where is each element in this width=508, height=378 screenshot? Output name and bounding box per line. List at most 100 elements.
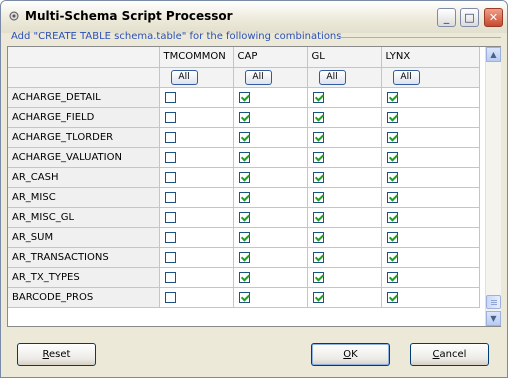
header-cap: CAP	[233, 47, 308, 68]
chevron-down-icon: ▼	[490, 314, 497, 323]
schema-checkbox-lynx[interactable]	[386, 211, 398, 223]
schema-checkbox-cap[interactable]	[238, 171, 250, 183]
schema-checkbox-tmcommon[interactable]	[164, 291, 176, 303]
table-row: AR_CASH	[8, 167, 480, 188]
reset-button[interactable]: Reset	[17, 343, 96, 366]
schema-checkbox-gl[interactable]	[312, 251, 324, 263]
schema-checkbox-lynx[interactable]	[386, 251, 398, 263]
grid-cell	[233, 207, 308, 228]
schema-checkbox-cap[interactable]	[238, 191, 250, 203]
schema-checkbox-cap[interactable]	[238, 131, 250, 143]
schema-checkbox-lynx[interactable]	[386, 191, 398, 203]
schema-checkbox-gl[interactable]	[312, 111, 324, 123]
schema-checkbox-cap[interactable]	[238, 291, 250, 303]
row-table-name: BARCODE_PROS	[8, 287, 160, 308]
window-title: Multi-Schema Script Processor	[25, 9, 233, 23]
table-row: AR_MISC_GL	[8, 207, 480, 228]
grid-cell	[159, 247, 234, 268]
scroll-down-button[interactable]: ▼	[486, 311, 501, 326]
grid-cell	[381, 287, 480, 308]
scroll-thumb[interactable]	[486, 295, 501, 309]
schema-checkbox-tmcommon[interactable]	[164, 131, 176, 143]
schema-checkbox-tmcommon[interactable]	[164, 91, 176, 103]
schema-checkbox-tmcommon[interactable]	[164, 211, 176, 223]
schema-checkbox-tmcommon[interactable]	[164, 271, 176, 283]
table-row: ACHARGE_VALUATION	[8, 147, 480, 168]
all-button-gl[interactable]: All	[318, 69, 346, 85]
grip-line	[491, 302, 497, 303]
schema-checkbox-tmcommon[interactable]	[164, 171, 176, 183]
close-icon: ✕	[488, 11, 499, 24]
reset-label: Reset	[42, 349, 71, 360]
all-button-lynx[interactable]: All	[392, 69, 420, 85]
schema-checkbox-lynx[interactable]	[386, 171, 398, 183]
close-button[interactable]: ✕	[484, 8, 503, 27]
all-row-corner	[8, 67, 160, 88]
grid-cell	[233, 227, 308, 248]
grid-cell	[233, 147, 308, 168]
schema-checkbox-cap[interactable]	[238, 111, 250, 123]
gear-icon	[9, 11, 19, 21]
schema-checkbox-cap[interactable]	[238, 251, 250, 263]
schema-checkbox-gl[interactable]	[312, 91, 324, 103]
grid-cell	[233, 287, 308, 308]
cancel-button[interactable]: Cancel	[410, 343, 489, 366]
schema-checkbox-gl[interactable]	[312, 171, 324, 183]
schema-checkbox-gl[interactable]	[312, 191, 324, 203]
grid-cell	[159, 127, 234, 148]
grid-cell	[381, 147, 480, 168]
schema-checkbox-gl[interactable]	[312, 291, 324, 303]
row-table-name: ACHARGE_FIELD	[8, 107, 160, 128]
schema-checkbox-tmcommon[interactable]	[164, 151, 176, 163]
grip-line	[491, 300, 497, 301]
schema-checkbox-gl[interactable]	[312, 231, 324, 243]
grid-cell	[381, 207, 480, 228]
table-row: AR_TRANSACTIONS	[8, 247, 480, 268]
schema-checkbox-tmcommon[interactable]	[164, 191, 176, 203]
schema-checkbox-lynx[interactable]	[386, 131, 398, 143]
schema-checkbox-tmcommon[interactable]	[164, 251, 176, 263]
schema-checkbox-cap[interactable]	[238, 91, 250, 103]
schema-checkbox-cap[interactable]	[238, 271, 250, 283]
all-button-cap[interactable]: All	[244, 69, 272, 85]
all-button-tmcommon[interactable]: All	[170, 69, 198, 85]
row-table-name: AR_MISC_GL	[8, 207, 160, 228]
vertical-scrollbar[interactable]: ▲ ▼	[485, 47, 501, 326]
grid-cell	[233, 187, 308, 208]
grid-cell	[381, 167, 480, 188]
grid-cell	[307, 127, 382, 148]
row-table-name: ACHARGE_VALUATION	[8, 147, 160, 168]
header-corner	[8, 47, 160, 68]
schema-checkbox-gl[interactable]	[312, 131, 324, 143]
grid-cell	[233, 87, 308, 108]
schema-checkbox-lynx[interactable]	[386, 91, 398, 103]
schema-checkbox-lynx[interactable]	[386, 271, 398, 283]
dialog-window: Multi-Schema Script Processor _ □ ✕ Add …	[0, 0, 508, 378]
maximize-icon: □	[464, 11, 475, 24]
grid-cell	[233, 167, 308, 188]
table-row: ACHARGE_FIELD	[8, 107, 480, 128]
schema-checkbox-cap[interactable]	[238, 211, 250, 223]
schema-grid[interactable]: TMCOMMON CAP GL LYNX All All All All ACH…	[7, 46, 501, 327]
header-row: TMCOMMON CAP GL LYNX	[8, 47, 480, 68]
ok-button[interactable]: OK	[311, 343, 390, 366]
schema-checkbox-gl[interactable]	[312, 151, 324, 163]
schema-checkbox-gl[interactable]	[312, 211, 324, 223]
scroll-up-button[interactable]: ▲	[486, 47, 501, 62]
schema-checkbox-lynx[interactable]	[386, 151, 398, 163]
schema-checkbox-lynx[interactable]	[386, 291, 398, 303]
grid-cell	[381, 107, 480, 128]
schema-checkbox-tmcommon[interactable]	[164, 231, 176, 243]
schema-checkbox-cap[interactable]	[238, 151, 250, 163]
title-bar[interactable]: Multi-Schema Script Processor _ □ ✕	[1, 1, 507, 33]
maximize-button[interactable]: □	[460, 8, 479, 27]
row-table-name: ACHARGE_DETAIL	[8, 87, 160, 108]
minimize-button[interactable]: _	[437, 8, 456, 27]
schema-checkbox-lynx[interactable]	[386, 111, 398, 123]
schema-checkbox-cap[interactable]	[238, 231, 250, 243]
schema-checkbox-lynx[interactable]	[386, 231, 398, 243]
grid-cell	[307, 287, 382, 308]
chevron-up-icon: ▲	[490, 50, 497, 59]
schema-checkbox-tmcommon[interactable]	[164, 111, 176, 123]
schema-checkbox-gl[interactable]	[312, 271, 324, 283]
